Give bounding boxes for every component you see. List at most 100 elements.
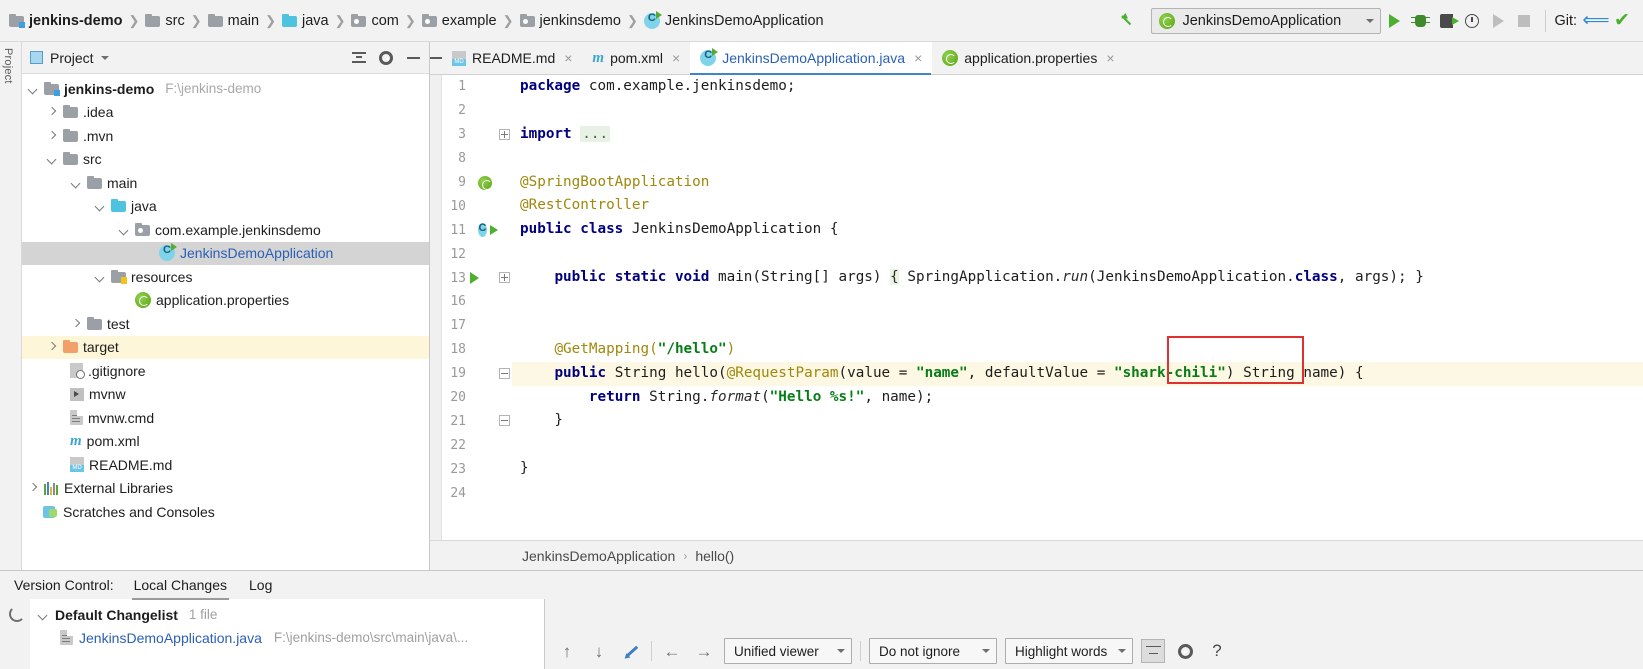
close-icon[interactable]: × <box>914 50 922 66</box>
refresh-icon[interactable] <box>8 605 23 620</box>
diff-help-button[interactable]: ? <box>1205 639 1229 663</box>
hide-panel-button[interactable] <box>403 48 423 68</box>
tree-item-gitignore[interactable]: .gitignore <box>22 359 429 383</box>
tree-item-src[interactable]: src <box>22 148 429 172</box>
run-class-gutter-icon[interactable] <box>478 222 498 238</box>
profiler-button[interactable] <box>1459 8 1485 34</box>
next-difference-button[interactable]: ↓ <box>587 639 611 663</box>
editor-viewport: 1 2 3 8 9 10 11 <box>430 75 1643 540</box>
code-line-highlighted: public String hello(@RequestParam(value … <box>512 362 1643 386</box>
tree-item-jenkinsdemoapplication[interactable]: JenkinsDemoApplication <box>22 242 429 266</box>
fold-collapse-icon[interactable] <box>499 415 510 426</box>
chevron-down-icon[interactable] <box>101 56 109 60</box>
code-editor[interactable]: package com.example.jenkinsdemo; import … <box>512 75 1643 540</box>
close-icon[interactable]: × <box>1106 50 1114 66</box>
twisty-open-icon[interactable] <box>117 223 130 236</box>
fold-expand-icon[interactable] <box>499 272 510 283</box>
stop-button[interactable] <box>1511 8 1537 34</box>
collapse-all-button[interactable] <box>349 48 369 68</box>
diff-settings-button[interactable] <box>1173 639 1197 663</box>
tree-item-target[interactable]: target <box>22 336 429 360</box>
twisty-open-icon[interactable] <box>93 270 106 283</box>
tree-item-pom-xml[interactable]: m pom.xml <box>22 430 429 454</box>
tree-item-scratches-and-consoles[interactable]: Scratches and Consoles <box>22 500 429 524</box>
spring-bean-gutter-icon[interactable] <box>478 175 498 191</box>
fold-expand-icon[interactable] <box>499 129 510 140</box>
rerun-button[interactable] <box>1485 8 1511 34</box>
run-button[interactable] <box>1381 8 1407 34</box>
tree-item-external-libraries[interactable]: External Libraries <box>22 477 429 501</box>
tabs-hide-button[interactable] <box>430 42 442 74</box>
tree-item-main[interactable]: main <box>22 171 429 195</box>
close-icon[interactable]: × <box>564 50 572 66</box>
tree-item-readme-md[interactable]: README.md <box>22 453 429 477</box>
tab-readme-md[interactable]: README.md × <box>442 42 582 74</box>
twisty-closed-icon[interactable] <box>45 106 58 119</box>
twisty-open-icon[interactable] <box>45 153 58 166</box>
breadcrumb-item-class[interactable]: JenkinsDemoApplication <box>641 11 827 31</box>
ignore-mode-select[interactable]: Do not ignore <box>869 638 997 664</box>
tab-pom-xml[interactable]: m pom.xml × <box>582 42 690 74</box>
edit-source-button[interactable] <box>619 639 643 663</box>
twisty-closed-icon[interactable] <box>69 317 82 330</box>
previous-difference-button[interactable]: ↑ <box>555 639 579 663</box>
breadcrumb-item-com[interactable]: com <box>348 11 401 31</box>
tree-item-package[interactable]: com.example.jenkinsdemo <box>22 218 429 242</box>
breadcrumb-method[interactable]: hello() <box>695 548 734 564</box>
twisty-open-icon[interactable] <box>93 200 106 213</box>
tree-item-mvnw[interactable]: mvnw <box>22 383 429 407</box>
debug-button[interactable] <box>1407 8 1433 34</box>
twisty-open-icon[interactable] <box>69 176 82 189</box>
breadcrumb-item-src[interactable]: src <box>142 11 187 31</box>
twisty-closed-icon[interactable] <box>45 341 58 354</box>
fold-collapse-icon[interactable] <box>499 368 510 379</box>
tree-item-label: .idea <box>83 104 113 120</box>
intellij-window: jenkins-demo ❯ src ❯ main ❯ java ❯ com <box>0 0 1643 669</box>
changelist-row[interactable]: Default Changelist 1 file <box>30 603 544 626</box>
breadcrumb-item-project[interactable]: jenkins-demo <box>6 11 125 31</box>
changelist-name: Default Changelist <box>55 607 178 623</box>
run-configuration-selector[interactable]: JenkinsDemoApplication <box>1151 8 1381 34</box>
highlight-mode-select[interactable]: Highlight words <box>1005 638 1133 664</box>
twisty-open-icon[interactable] <box>36 608 49 621</box>
apply-button[interactable]: → <box>692 639 716 663</box>
navigate-back-button[interactable] <box>1115 8 1141 34</box>
tree-item-jenkins-demo[interactable]: jenkins-demo F:\jenkins-demo <box>22 77 429 101</box>
tab-jenkinsdemoapplication-java[interactable]: JenkinsDemoApplication.java × <box>690 42 932 74</box>
tree-item-mvn[interactable]: .mvn <box>22 124 429 148</box>
run-with-coverage-button[interactable] <box>1433 8 1459 34</box>
run-method-gutter-icon[interactable] <box>470 270 490 286</box>
git-update-button[interactable]: ⟸ <box>1583 8 1609 34</box>
twisty-closed-icon[interactable] <box>45 129 58 142</box>
git-commit-button[interactable]: ✔ <box>1609 8 1635 34</box>
tab-local-changes[interactable]: Local Changes <box>132 573 229 597</box>
rail-tab-project[interactable]: Project <box>2 48 14 84</box>
revert-button[interactable]: ← <box>660 639 684 663</box>
collapse-unchanged-button[interactable] <box>1141 639 1165 663</box>
spring-boot-icon <box>1159 13 1175 29</box>
twisty-open-icon[interactable] <box>26 82 39 95</box>
tree-item-resources[interactable]: resources <box>22 265 429 289</box>
gutter-line: 10 <box>430 194 512 218</box>
tab-application-properties[interactable]: application.properties × <box>932 42 1124 74</box>
twisty-closed-icon[interactable] <box>26 482 39 495</box>
breadcrumb-item-jenkinsdemo[interactable]: jenkinsdemo <box>517 11 624 31</box>
close-icon[interactable]: × <box>672 50 680 66</box>
editor-gutter[interactable]: 1 2 3 8 9 10 11 <box>430 75 512 540</box>
folder-icon <box>87 318 102 330</box>
tab-log[interactable]: Log <box>247 573 274 597</box>
tree-item-test[interactable]: test <box>22 312 429 336</box>
breadcrumb-class[interactable]: JenkinsDemoApplication <box>522 548 675 564</box>
gutter-line: 18 <box>430 338 512 362</box>
tree-item-mvnw-cmd[interactable]: mvnw.cmd <box>22 406 429 430</box>
breadcrumb-item-main[interactable]: main <box>205 11 262 31</box>
breadcrumb-item-java[interactable]: java <box>279 11 332 31</box>
tree-item-java[interactable]: java <box>22 195 429 219</box>
project-settings-button[interactable] <box>376 48 396 68</box>
tree-item-label: README.md <box>89 457 172 473</box>
tree-item-idea[interactable]: .idea <box>22 101 429 125</box>
viewer-mode-select[interactable]: Unified viewer <box>724 638 852 664</box>
breadcrumb-item-example[interactable]: example <box>419 11 500 31</box>
changed-file-row[interactable]: JenkinsDemoApplication.java F:\jenkins-d… <box>30 626 544 649</box>
tree-item-application-properties[interactable]: application.properties <box>22 289 429 313</box>
